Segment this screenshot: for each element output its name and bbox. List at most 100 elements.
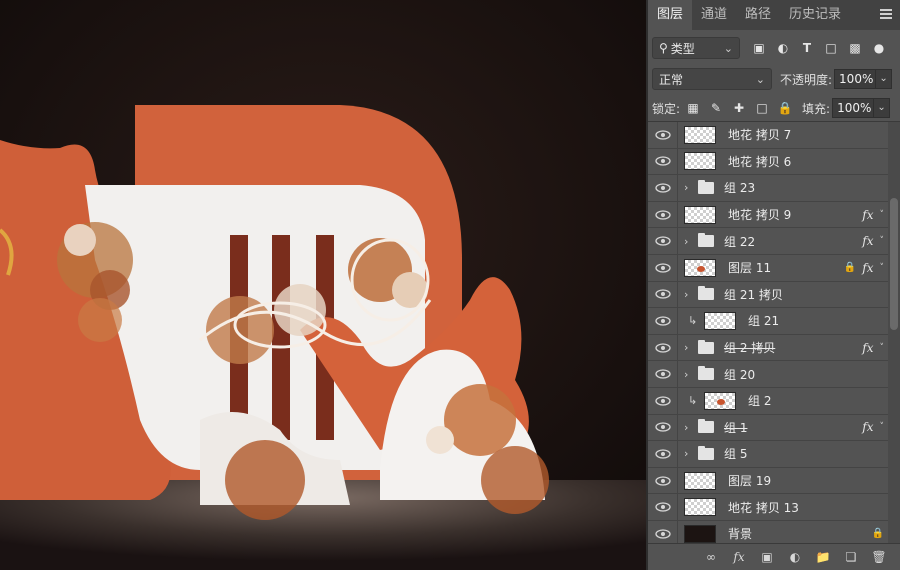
scrollbar-thumb[interactable]	[890, 198, 898, 330]
layer-row[interactable]: › 组 20	[648, 361, 888, 388]
layer-row[interactable]: › 组 5	[648, 441, 888, 468]
document-canvas[interactable]	[0, 0, 646, 570]
opacity-input[interactable]: 100%	[834, 69, 877, 89]
visibility-eye-icon[interactable]	[648, 334, 678, 361]
fx-icon[interactable]: fx	[862, 341, 873, 355]
layer-name[interactable]: 组 23	[724, 179, 755, 196]
visibility-eye-icon[interactable]	[648, 148, 678, 175]
type-filter-icon[interactable]: T	[800, 41, 814, 55]
tab-layers[interactable]: 图层	[648, 0, 693, 30]
layer-row[interactable]: › 组 23	[648, 175, 888, 202]
chevron-right-icon[interactable]: ›	[684, 368, 696, 381]
smart-object-filter-icon[interactable]: ▩	[848, 41, 862, 55]
chevron-right-icon[interactable]: ›	[684, 341, 696, 354]
filter-kind-select[interactable]: ⚲ 类型 ⌄	[652, 37, 740, 59]
layer-name[interactable]: 组 21 拷贝	[724, 286, 783, 303]
layer-name[interactable]: 组 2 拷贝	[724, 339, 775, 356]
layer-name[interactable]: 地花 拷贝 13	[728, 499, 799, 516]
adjustment-icon[interactable]: ◐	[788, 550, 802, 564]
delete-icon[interactable]: 🗑	[871, 550, 886, 564]
chevron-right-icon[interactable]: ›	[684, 181, 696, 194]
chevron-down-icon: ⌄	[755, 73, 765, 86]
chevron-right-icon[interactable]: ›	[684, 235, 696, 248]
tab-paths[interactable]: 路径	[736, 0, 780, 30]
chevron-right-icon[interactable]: ›	[684, 447, 696, 460]
chevron-down-icon[interactable]: ˅	[880, 422, 885, 432]
chevron-right-icon[interactable]: ›	[684, 421, 696, 434]
blend-mode-value: 正常	[659, 72, 684, 87]
visibility-eye-icon[interactable]	[648, 467, 678, 494]
fx-icon[interactable]: fx	[862, 420, 873, 434]
image-filter-icon[interactable]: ▣	[752, 41, 766, 55]
mask-icon[interactable]: ▣	[760, 550, 774, 564]
layer-name[interactable]: 组 5	[724, 445, 747, 462]
layer-row[interactable]: 图层 19	[648, 467, 888, 495]
layer-name[interactable]: 组 22	[724, 233, 755, 250]
layers-scrollbar[interactable]	[888, 122, 900, 543]
layer-row[interactable]: › 组 22 fx ˅	[648, 228, 888, 255]
visibility-eye-icon[interactable]	[648, 201, 678, 228]
lock-artboard-icon[interactable]: □	[755, 101, 769, 115]
chevron-down-icon[interactable]: ˅	[880, 263, 885, 273]
fx-icon[interactable]: fx	[862, 208, 873, 222]
layer-name[interactable]: 地花 拷贝 6	[728, 153, 791, 170]
lock-position-icon[interactable]: ✚	[732, 101, 746, 115]
visibility-eye-icon[interactable]	[648, 281, 678, 308]
visibility-eye-icon[interactable]	[648, 414, 678, 441]
layer-row[interactable]: 地花 拷贝 13	[648, 494, 888, 521]
layer-name[interactable]: 地花 拷贝 7	[728, 126, 791, 143]
visibility-eye-icon[interactable]	[648, 122, 678, 148]
chevron-down-icon[interactable]: ˅	[880, 210, 885, 220]
layer-name[interactable]: 地花 拷贝 9	[728, 206, 791, 223]
visibility-eye-icon[interactable]	[648, 228, 678, 254]
visibility-eye-icon[interactable]	[648, 387, 678, 414]
layer-name[interactable]: 图层 19	[728, 472, 771, 489]
fill-dropdown-icon[interactable]: ⌄	[874, 98, 891, 118]
fx-icon[interactable]: fx	[732, 550, 746, 564]
layers-list[interactable]: 地花 拷贝 7 地花 拷贝 6 › 组 23 地花 拷贝 9 fx ˅ › 组 22 fx ˅ 图层 …	[648, 122, 888, 543]
layer-row[interactable]: 地花 拷贝 9 fx ˅	[648, 201, 888, 229]
layer-row[interactable]: 地花 拷贝 7	[648, 122, 888, 149]
shape-filter-icon[interactable]: □	[824, 41, 838, 55]
new-group-icon[interactable]: 📁	[816, 550, 831, 564]
filter-toggle-icon[interactable]: ●	[872, 41, 886, 55]
blend-mode-select[interactable]: 正常 ⌄	[652, 68, 772, 90]
visibility-eye-icon[interactable]	[648, 175, 678, 201]
layer-row[interactable]: › 组 1 fx ˅	[648, 414, 888, 442]
layer-row[interactable]: › 组 21 拷贝	[648, 281, 888, 309]
layer-name[interactable]: 背景	[728, 525, 752, 542]
layer-name[interactable]: 组 20	[724, 366, 755, 383]
layer-row[interactable]: ↳ 组 21	[648, 308, 888, 335]
tab-channels[interactable]: 通道	[692, 0, 736, 30]
opacity-dropdown-icon[interactable]: ⌄	[876, 69, 893, 89]
visibility-eye-icon[interactable]	[648, 361, 678, 387]
layer-row[interactable]: 地花 拷贝 6	[648, 148, 888, 176]
visibility-eye-icon[interactable]	[648, 441, 678, 467]
layer-row[interactable]: 图层 11 🔒 fx ˅	[648, 254, 888, 282]
visibility-eye-icon[interactable]	[648, 520, 678, 543]
link-layers-icon[interactable]: ∞	[704, 550, 718, 564]
layer-name[interactable]: 组 2	[748, 392, 771, 409]
lock-all-icon[interactable]: 🔒	[778, 101, 793, 115]
layer-name[interactable]: 图层 11	[728, 259, 771, 276]
panel-menu-icon[interactable]	[880, 9, 892, 21]
chevron-down-icon[interactable]: ˅	[880, 343, 885, 353]
lock-image-pixels-icon[interactable]: ✎	[709, 101, 723, 115]
chevron-right-icon[interactable]: ›	[684, 288, 696, 301]
tab-history[interactable]: 历史记录	[780, 0, 850, 30]
adjustment-filter-icon[interactable]: ◐	[776, 41, 790, 55]
chevron-down-icon[interactable]: ˅	[880, 236, 885, 246]
new-layer-icon[interactable]: ❏	[844, 550, 858, 564]
layer-row[interactable]: ↳ 组 2	[648, 387, 888, 415]
visibility-eye-icon[interactable]	[648, 308, 678, 334]
fx-icon[interactable]: fx	[862, 261, 873, 275]
layer-name[interactable]: 组 21	[748, 312, 779, 329]
lock-transparent-pixels-icon[interactable]: ▦	[686, 101, 700, 115]
layer-row[interactable]: › 组 2 拷贝 fx ˅	[648, 334, 888, 362]
visibility-eye-icon[interactable]	[648, 494, 678, 520]
fx-icon[interactable]: fx	[862, 234, 873, 248]
layer-name[interactable]: 组 1	[724, 419, 747, 436]
layer-row[interactable]: 背景 🔒	[648, 520, 888, 543]
visibility-eye-icon[interactable]	[648, 254, 678, 281]
fill-input[interactable]: 100%	[832, 98, 875, 118]
